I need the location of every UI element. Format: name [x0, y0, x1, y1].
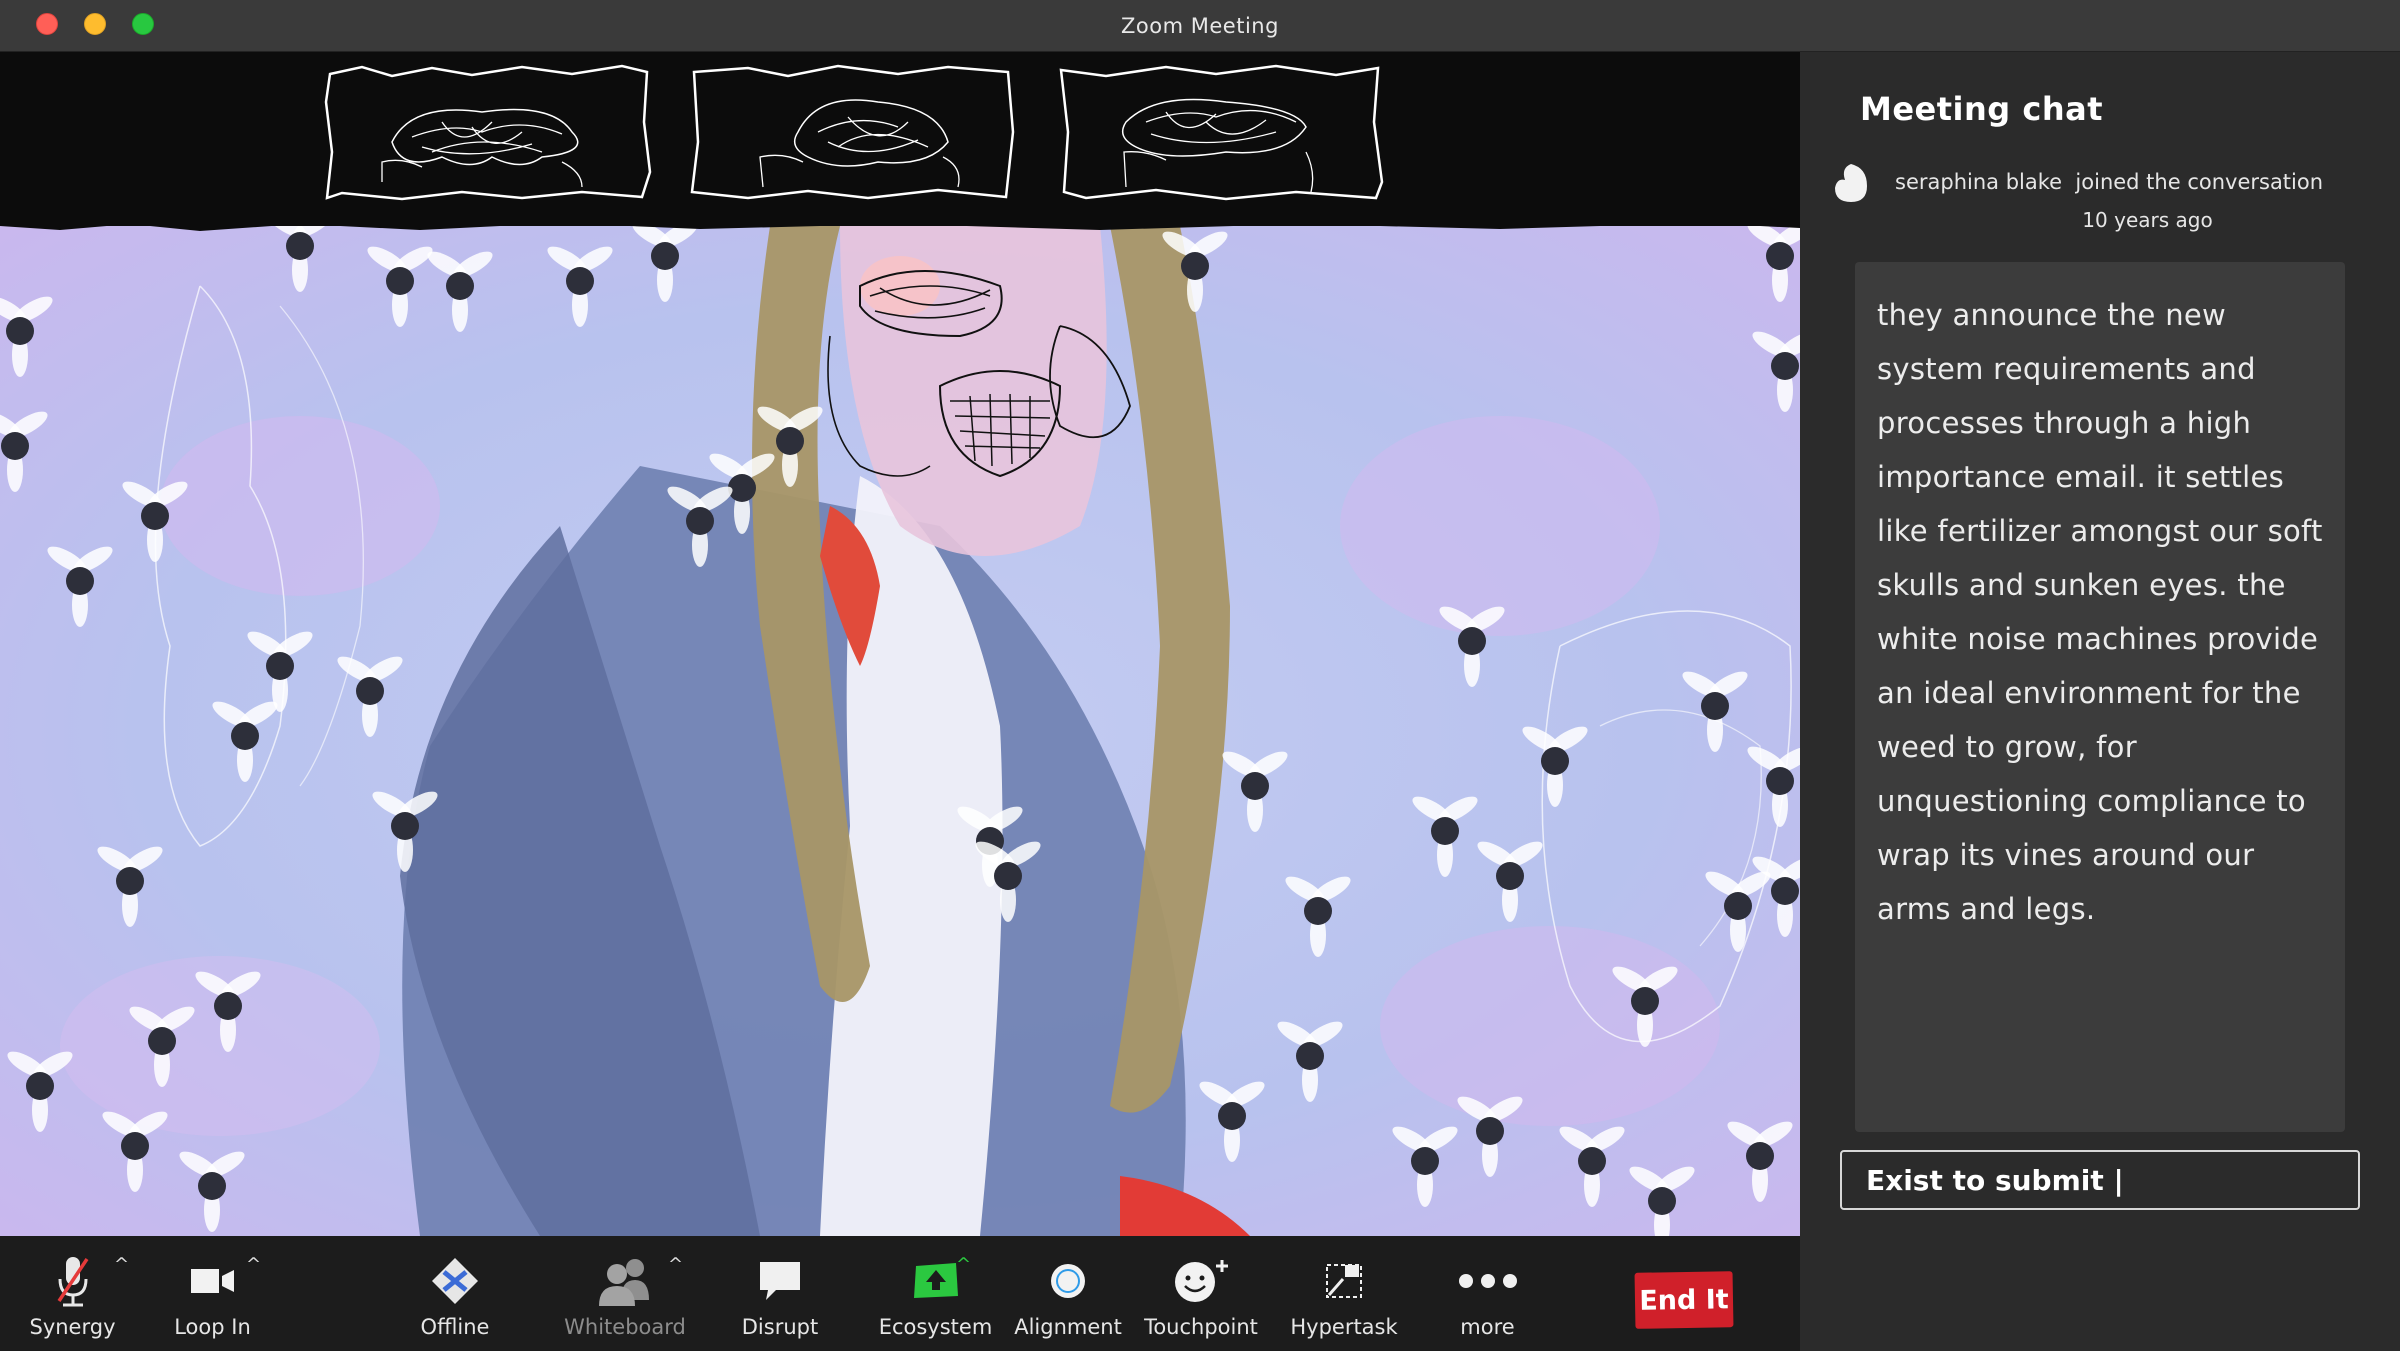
ecosystem-label: Ecosystem: [878, 1315, 993, 1339]
share-screen-icon: [910, 1251, 962, 1311]
synergy-label: Synergy: [29, 1315, 116, 1339]
title-bar: Zoom Meeting: [0, 0, 2400, 52]
end-meeting-button[interactable]: End It: [1634, 1271, 1734, 1329]
join-username: seraphina blake: [1895, 170, 2063, 194]
more-button[interactable]: more: [1440, 1236, 1535, 1351]
more-dots-icon: [1457, 1251, 1519, 1311]
main-video-feed: [0, 226, 1800, 1236]
chat-panel: Meeting chat seraphina blake joined the …: [1800, 52, 2400, 1351]
chat-input[interactable]: [1840, 1150, 2360, 1210]
user-avatar-icon: [1833, 162, 1869, 204]
ecosystem-caret-icon[interactable]: ^: [956, 1254, 971, 1275]
disrupt-label: Disrupt: [741, 1315, 819, 1339]
alignment-button[interactable]: Alignment: [1014, 1236, 1122, 1351]
participants-icon: [595, 1251, 655, 1311]
participant-thumbnail[interactable]: [322, 62, 652, 202]
whiteboard-label: Whiteboard: [564, 1315, 686, 1339]
offline-button[interactable]: Offline: [405, 1236, 505, 1351]
meeting-toolbar: Synergy ^ Loop In ^ Offline Whiteboard ^: [0, 1236, 1800, 1351]
participant-thumbnail[interactable]: [1056, 62, 1386, 202]
more-label: more: [1460, 1315, 1515, 1339]
loop-in-label: Loop In: [174, 1315, 251, 1339]
video-camera-icon: [189, 1251, 237, 1311]
join-timestamp: 10 years ago: [2082, 208, 2213, 232]
whiteboard-caret-icon[interactable]: ^: [668, 1254, 683, 1275]
chat-message-box: they announce the new system requirement…: [1855, 262, 2345, 1132]
loop-in-caret-icon[interactable]: ^: [246, 1254, 261, 1275]
microphone-muted-icon: [55, 1251, 91, 1311]
sketched-face-thumbnail: [1059, 64, 1384, 201]
participant-thumbnail[interactable]: [688, 62, 1018, 202]
ecosystem-button[interactable]: Ecosystem: [878, 1236, 993, 1351]
offline-label: Offline: [420, 1315, 490, 1339]
hypertask-button[interactable]: Hypertask: [1282, 1236, 1406, 1351]
record-circle-icon: [1047, 1251, 1089, 1311]
touchpoint-button[interactable]: Touchpoint: [1144, 1236, 1258, 1351]
speech-bubble-icon: [756, 1251, 804, 1311]
painted-speaker-video: [0, 226, 1800, 1236]
sketched-face-thumbnail: [324, 64, 652, 201]
sketched-face-thumbnail: [690, 64, 1015, 200]
touchpoint-label: Touchpoint: [1144, 1315, 1258, 1339]
join-text: joined the conversation: [2075, 170, 2324, 194]
join-notice: seraphina blake joined the conversation: [1895, 170, 2375, 194]
meeting-stage: Synergy ^ Loop In ^ Offline Whiteboard ^: [0, 52, 1800, 1351]
diamond-hourglass-icon: [430, 1251, 480, 1311]
synergy-button[interactable]: Synergy: [25, 1236, 120, 1351]
synergy-caret-icon[interactable]: ^: [114, 1254, 129, 1275]
window-title: Zoom Meeting: [1121, 14, 1279, 38]
chat-message-text: they announce the new system requirement…: [1877, 298, 2323, 926]
chat-title: Meeting chat: [1860, 90, 2103, 128]
disrupt-button[interactable]: Disrupt: [730, 1236, 830, 1351]
alignment-label: Alignment: [1014, 1315, 1122, 1339]
participant-strip: [0, 52, 1800, 228]
apps-icon: [1321, 1251, 1367, 1311]
smiley-add-icon: [1170, 1251, 1232, 1311]
hypertask-label: Hypertask: [1290, 1315, 1398, 1339]
